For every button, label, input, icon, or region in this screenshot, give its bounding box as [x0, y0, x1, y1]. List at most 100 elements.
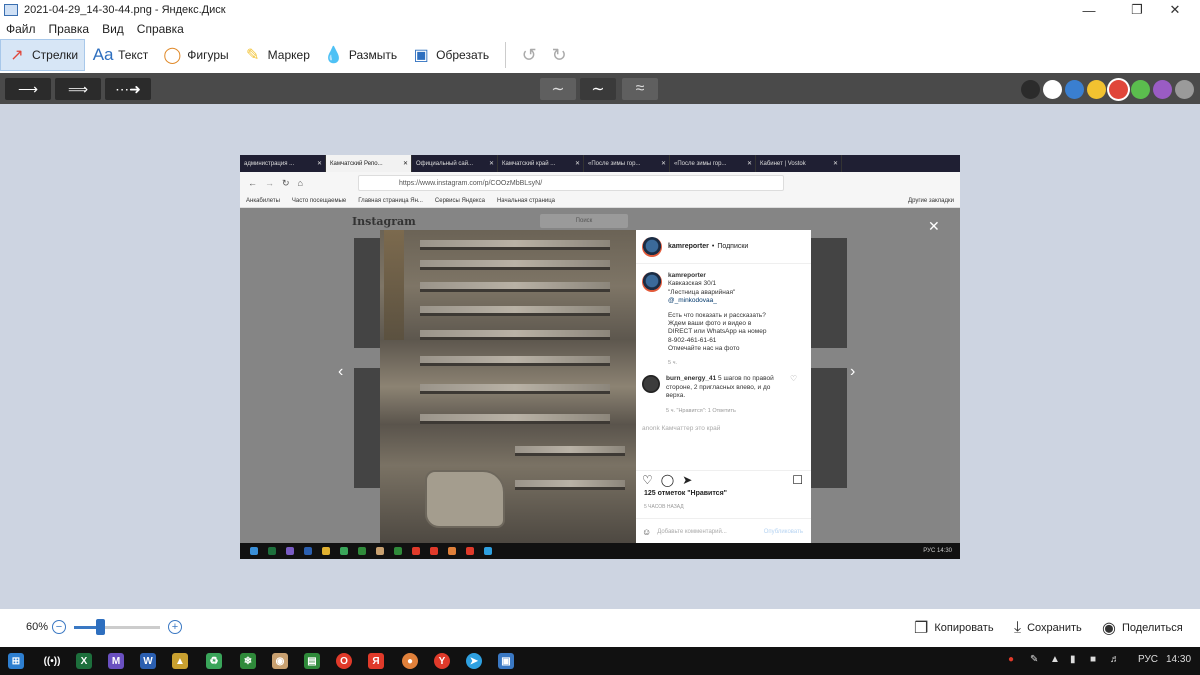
commenter-avatar[interactable] [642, 375, 660, 394]
menu-bar: Файл Правка Вид Справка [0, 20, 1200, 38]
next-post-icon[interactable]: › [850, 363, 855, 381]
reload-icon[interactable]: ↻ [282, 178, 290, 189]
app-icon[interactable]: ◉ [272, 653, 288, 669]
browser-tab[interactable]: Камчатский край ... ✕ [498, 155, 584, 172]
menu-file[interactable]: Файл [6, 22, 36, 36]
zoom-in-button[interactable]: + [168, 620, 182, 634]
app-icon[interactable]: ❄ [240, 653, 256, 669]
save-button[interactable]: ⤓ Сохранить [1014, 617, 1082, 639]
app-icon[interactable]: ♻ [206, 653, 222, 669]
line-medium-button[interactable]: ∼ [580, 78, 616, 100]
volume-icon[interactable]: ♬ [1110, 654, 1120, 665]
marker-tool-button[interactable]: ✎ Маркер [237, 39, 316, 71]
screenshot-app-icon[interactable]: ▣ [498, 653, 514, 669]
likes-count[interactable]: 125 отметок "Нравится" [644, 490, 727, 497]
add-comment-input[interactable]: Добавьте комментарий... [657, 529, 727, 535]
line-thick-button[interactable]: ≈ [622, 78, 658, 100]
battery-icon[interactable]: ▮ [1070, 654, 1076, 665]
bookmark-item[interactable]: Главная страница Ян... [358, 198, 423, 204]
color-swatch[interactable] [1087, 80, 1106, 99]
author-name[interactable]: kamreporter [668, 243, 709, 250]
yandex-icon[interactable]: Я [368, 653, 384, 669]
blur-tool-button[interactable]: 💧 Размыть [318, 39, 403, 71]
copy-button[interactable]: ❐ Копировать [914, 617, 994, 639]
browser-tab-active[interactable]: Камчатский Репо... ✕ [326, 155, 412, 172]
clock[interactable]: 14:30 [1166, 654, 1191, 665]
browser-tab[interactable]: «После зимы гор... ✕ [670, 155, 756, 172]
app-icon[interactable]: ▤ [304, 653, 320, 669]
color-swatch[interactable] [1065, 80, 1084, 99]
line-thin-button[interactable]: ∼ [540, 78, 576, 100]
bookmark-item[interactable]: Часто посещаемые [292, 198, 346, 204]
bookmark-item[interactable]: Начальная страница [497, 198, 555, 204]
arrows-tool-button[interactable]: ↗ Стрелки [0, 39, 86, 71]
bookmark-item[interactable]: Сервисы Яндекса [435, 198, 485, 204]
color-swatch[interactable] [1109, 80, 1128, 99]
caption-author[interactable]: kamreporter [668, 272, 706, 279]
emoji-icon[interactable]: ☺ [642, 527, 651, 537]
like-comment-icon[interactable]: ♡ [790, 374, 797, 415]
color-swatch[interactable] [1153, 80, 1172, 99]
like-icon[interactable]: ♡ [642, 473, 653, 487]
color-swatch[interactable] [1131, 80, 1150, 99]
minimize-button[interactable]: — [1066, 0, 1112, 20]
follow-status[interactable]: Подписки [717, 243, 748, 250]
firefox-icon[interactable]: ● [402, 653, 418, 669]
zoom-level: 60% [26, 621, 49, 633]
share-button[interactable]: ◉ Поделиться [1102, 617, 1183, 639]
excel-icon[interactable]: X [76, 653, 92, 669]
crop-tool-button[interactable]: ▣ Обрезать [405, 39, 495, 71]
forward-icon[interactable]: → [265, 178, 274, 188]
tray-icon[interactable]: ▲ [1050, 654, 1060, 665]
arrow-style-dotted-button[interactable]: ⋯➜ [105, 78, 151, 100]
zoom-out-button[interactable]: − [52, 620, 66, 634]
text-tool-button[interactable]: Aa Текст [87, 39, 154, 71]
shapes-tool-button[interactable]: ◯ Фигуры [156, 39, 234, 71]
word-icon[interactable]: W [140, 653, 156, 669]
color-swatch[interactable] [1021, 80, 1040, 99]
other-bookmarks[interactable]: Другие закладки [908, 198, 954, 204]
author-avatar[interactable] [642, 236, 662, 257]
undo-button[interactable]: ↺ [514, 40, 544, 70]
comment-icon[interactable]: ◯ [661, 473, 674, 487]
tray-app-icon[interactable]: ● [1008, 654, 1014, 665]
instagram-search[interactable]: Поиск [540, 214, 628, 228]
arrow-style-thin-button[interactable]: ⟶ [5, 78, 51, 100]
prev-post-icon[interactable]: ‹ [338, 363, 343, 381]
arrow-style-bold-button[interactable]: ⟹ [55, 78, 101, 100]
publish-button[interactable]: Опубликовать [764, 529, 803, 535]
menu-help[interactable]: Справка [137, 22, 184, 36]
close-modal-icon[interactable]: ✕ [928, 218, 940, 235]
browser-tab[interactable]: «После зимы гор... ✕ [584, 155, 670, 172]
yandex-browser-icon[interactable]: Y [434, 653, 450, 669]
app-icon[interactable]: ▲ [172, 653, 188, 669]
telegram-icon[interactable]: ➤ [466, 653, 482, 669]
color-swatch[interactable] [1043, 80, 1062, 99]
author-avatar[interactable] [642, 272, 662, 292]
url-bar[interactable]: https://www.instagram.com/p/COOzMbBLsyN/ [358, 175, 784, 191]
back-icon[interactable]: ← [248, 178, 257, 188]
windows-start-icon[interactable]: ⊞ [8, 653, 24, 669]
bookmark-item[interactable]: Анкабилеты [246, 198, 280, 204]
screenshot-image[interactable]: администрация ... ✕ Камчатский Репо... ✕ О… [240, 155, 960, 559]
broadcast-icon[interactable]: ((•)) [44, 653, 61, 669]
language-indicator[interactable]: РУС [1138, 654, 1158, 665]
home-icon[interactable]: ⌂ [298, 178, 303, 188]
share-icon[interactable]: ➤ [682, 473, 692, 487]
browser-tab[interactable]: Кабинет | Vostok ✕ [756, 155, 842, 172]
network-icon[interactable]: ■ [1090, 654, 1096, 665]
tray-icon[interactable]: ✎ [1030, 654, 1038, 665]
menu-edit[interactable]: Правка [49, 22, 90, 36]
commenter-name[interactable]: burn_energy_41 [666, 375, 716, 382]
close-button[interactable]: ✕ [1152, 0, 1198, 20]
browser-tab[interactable]: администрация ... ✕ [240, 155, 326, 172]
redo-button[interactable]: ↻ [544, 40, 574, 70]
color-swatch[interactable] [1175, 80, 1194, 99]
browser-tab[interactable]: Официальный сай... ✕ [412, 155, 498, 172]
editor-canvas[interactable]: администрация ... ✕ Камчатский Репо... ✕ О… [0, 104, 1200, 609]
opera-icon[interactable]: O [336, 653, 352, 669]
menu-view[interactable]: Вид [102, 22, 124, 36]
bookmark-icon[interactable]: ☐ [792, 473, 803, 487]
app-icon[interactable]: M [108, 653, 124, 669]
zoom-slider-thumb[interactable] [95, 619, 105, 635]
